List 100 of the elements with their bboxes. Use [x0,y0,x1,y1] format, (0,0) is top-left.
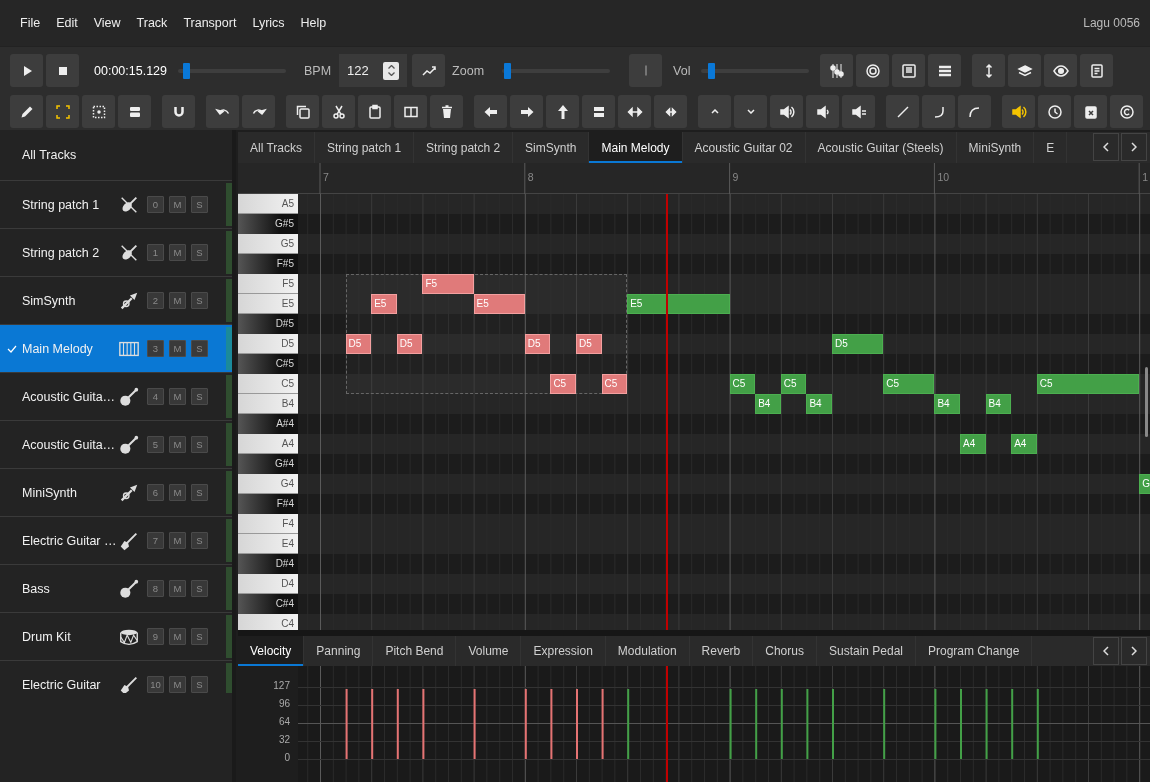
piano-key[interactable]: C4 [238,614,298,630]
solo-button[interactable]: S [191,196,208,213]
piano-key[interactable]: F#5 [238,254,298,274]
velocity-bar[interactable] [627,689,630,759]
move-up-button[interactable] [546,95,579,128]
scroll-right-button[interactable] [1121,133,1147,161]
piano-key[interactable]: A5 [238,194,298,214]
track-row[interactable]: Drum Kit 9 M S [0,613,232,661]
track-row[interactable]: Main Melody 3 M S [0,325,232,373]
move-left-button[interactable] [474,95,507,128]
curve-tool-button[interactable] [922,95,955,128]
shrink-button[interactable] [654,95,687,128]
piano-key[interactable]: G4 [238,474,298,494]
tray-tool-button[interactable] [118,95,151,128]
menu-item[interactable]: Track [128,16,176,30]
velocity-bar[interactable] [422,689,425,759]
clear-button[interactable] [1074,95,1107,128]
mute-button[interactable]: M [169,340,186,357]
velocity-bar[interactable] [1011,689,1014,759]
mute-button[interactable]: M [169,628,186,645]
velocity-bar[interactable] [550,689,553,759]
piano-key[interactable]: D4 [238,574,298,594]
track-row[interactable]: Acoustic Guita… 5 M S [0,421,232,469]
layers-button[interactable] [1008,54,1042,87]
piano-key[interactable]: D#5 [238,314,298,334]
velocity-bar[interactable] [755,689,758,759]
piano-key[interactable]: G5 [238,234,298,254]
volume-slider[interactable] [701,62,810,79]
scroll-left-button[interactable] [1093,637,1119,665]
snap-button[interactable] [162,95,195,128]
mute-button[interactable]: M [169,292,186,309]
mute-button[interactable]: M [169,196,186,213]
velocity-list-button[interactable] [842,95,875,128]
velocity-lane[interactable] [298,666,1150,782]
solo-button[interactable]: S [191,340,208,357]
quantize-button[interactable] [582,95,615,128]
track-row[interactable]: String patch 2 1 M S [0,229,232,277]
marquee-tool-button[interactable] [82,95,115,128]
piano-key[interactable]: G#4 [238,454,298,474]
visibility-button[interactable] [1044,54,1078,87]
undo-button[interactable] [206,95,239,128]
menu-item[interactable]: View [85,16,129,30]
mixer-button[interactable] [820,54,854,87]
piano-key[interactable]: A4 [238,434,298,454]
mute-button[interactable]: M [169,484,186,501]
playhead[interactable] [666,666,669,782]
velocity-bar[interactable] [396,689,399,759]
menu-item[interactable]: Lyrics [244,16,293,30]
piano-view-button[interactable] [892,54,926,87]
piano-key[interactable]: C5 [238,374,298,394]
louder-button[interactable] [770,95,803,128]
paste-button[interactable] [358,95,391,128]
velocity-bar[interactable] [371,689,374,759]
track-tab[interactable]: Main Melody [589,132,683,163]
solo-button[interactable]: S [191,484,208,501]
scroll-right-button[interactable] [1121,637,1147,665]
piano-key[interactable]: C#4 [238,594,298,614]
zoom-slider[interactable] [502,62,611,79]
mute-button[interactable]: M [169,388,186,405]
velocity-bar[interactable] [601,689,604,759]
menu-item[interactable]: Transport [175,16,245,30]
controller-tab[interactable]: Velocity [238,636,305,666]
velocity-bar[interactable] [934,689,937,759]
timeline-ruler[interactable]: 7 8 9 10 1 [238,163,1150,194]
solo-button[interactable]: S [191,244,208,261]
move-right-button[interactable] [510,95,543,128]
piano-key[interactable]: E4 [238,534,298,554]
scrollbar-thumb[interactable] [1145,367,1148,437]
velocity-bar[interactable] [524,689,527,759]
piano-key[interactable]: D#4 [238,554,298,574]
stop-button[interactable] [46,54,79,87]
piano-key[interactable]: B4 [238,394,298,414]
track-row[interactable]: String patch 1 0 M S [0,181,232,229]
velocity-bar[interactable] [345,689,348,759]
split-button[interactable] [394,95,427,128]
copy-button[interactable] [286,95,319,128]
redo-button[interactable] [242,95,275,128]
draw-tool-button[interactable] [10,95,43,128]
piano-key[interactable]: C#5 [238,354,298,374]
mute-button[interactable]: M [169,244,186,261]
velocity-bar[interactable] [806,689,809,759]
solo-button[interactable]: S [191,628,208,645]
copyright-button[interactable] [1110,95,1143,128]
position-slider[interactable] [178,62,286,79]
track-row[interactable]: Bass 8 M S [0,565,232,613]
piano-key[interactable]: F5 [238,274,298,294]
piano-key[interactable]: F#4 [238,494,298,514]
mute-button[interactable]: M [169,436,186,453]
solo-button[interactable]: S [191,436,208,453]
solo-button[interactable]: S [191,676,208,693]
velocity-bar[interactable] [883,689,886,759]
track-row[interactable]: Acoustic Guita… 4 M S [0,373,232,421]
play-button[interactable] [10,54,43,87]
track-row[interactable]: Electric Guitar 10 M S [0,661,232,693]
softer-button[interactable] [806,95,839,128]
piano-key[interactable]: F4 [238,514,298,534]
select-tool-button[interactable] [46,95,79,128]
clock-button[interactable] [1038,95,1071,128]
track-row[interactable]: MiniSynth 6 M S [0,469,232,517]
menu-item[interactable]: Edit [48,16,86,30]
